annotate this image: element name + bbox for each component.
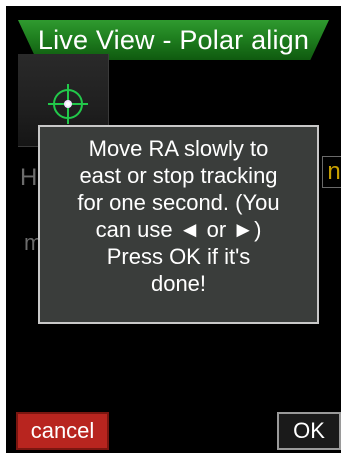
dialog-line: Move RA slowly to	[88, 136, 269, 161]
page-title: Live View - Polar align	[37, 24, 310, 55]
dialog-line: done!	[150, 271, 207, 296]
dialog-line: Press OK if it's	[106, 244, 251, 269]
device-screen: Live View - Polar align H m n Move RA sl…	[6, 6, 341, 453]
dialog-line: east or stop tracking	[79, 163, 278, 188]
dialog-line: can use ◄ or ►)	[95, 217, 262, 242]
background-value-box: n	[322, 156, 341, 188]
cancel-button[interactable]: cancel	[16, 412, 109, 450]
dialog-message: Move RA slowly to east or stop tracking …	[46, 135, 311, 297]
dialog-line: for one second. (You	[77, 190, 280, 215]
ok-button[interactable]: OK	[277, 412, 341, 450]
background-label-h: H	[20, 164, 38, 191]
instruction-dialog: Move RA slowly to east or stop tracking …	[38, 125, 319, 324]
